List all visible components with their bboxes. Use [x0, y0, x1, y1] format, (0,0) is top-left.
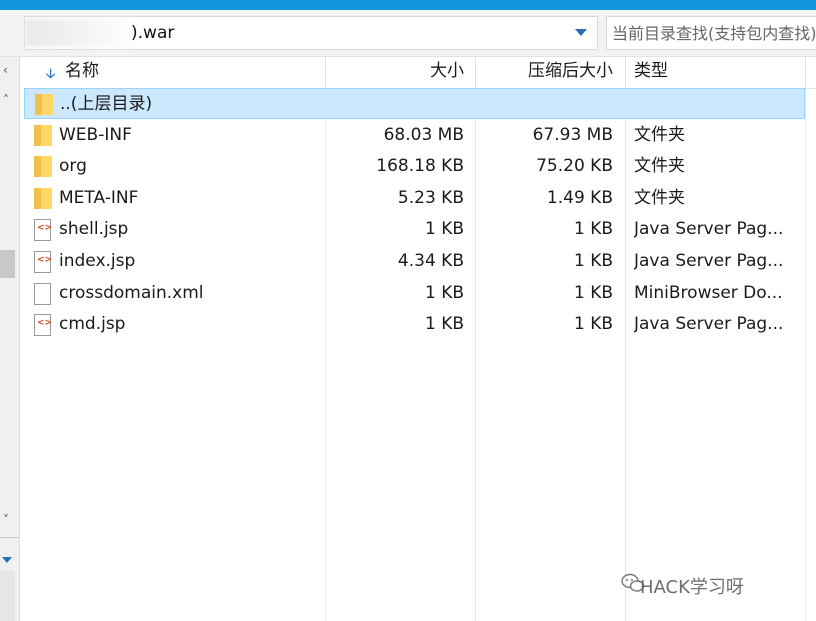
list-item-parent-dir[interactable]: ..(上层目录)	[24, 88, 805, 119]
chevron-down-icon[interactable]: ˅	[3, 513, 9, 527]
column-header: 🡣 名称 大小 压缩后大小 类型	[24, 57, 816, 89]
item-name: crossdomain.xml	[59, 283, 204, 303]
folder-icon	[34, 125, 52, 146]
header-type[interactable]: 类型	[634, 57, 668, 88]
item-compressed-size: 1 KB	[573, 314, 613, 334]
item-name: index.jsp	[59, 251, 136, 271]
item-type: MiniBrowser Do...	[634, 283, 783, 303]
chevron-left-icon[interactable]: ‹	[3, 63, 8, 77]
folder-icon	[34, 156, 52, 177]
search-field[interactable]	[606, 16, 816, 50]
chevron-down-icon[interactable]	[575, 29, 587, 36]
jsp-file-icon: <>	[34, 251, 52, 273]
header-separator[interactable]	[805, 57, 806, 88]
item-size: 68.03 MB	[383, 125, 464, 145]
item-type: 文件夹	[634, 188, 685, 208]
jsp-file-icon: <>	[34, 219, 52, 241]
item-name: shell.jsp	[59, 219, 129, 239]
list-item[interactable]: org 168.18 KB 75.20 KB 文件夹	[24, 151, 805, 182]
scrollbar-thumb[interactable]	[0, 250, 15, 278]
path-field[interactable]: ).war	[24, 16, 598, 50]
item-compressed-size: 67.93 MB	[532, 125, 613, 145]
item-name: ..(上层目录)	[60, 94, 153, 114]
path-text: ).war	[131, 23, 175, 43]
item-compressed-size: 1 KB	[573, 251, 613, 271]
item-size: 1 KB	[424, 219, 464, 239]
item-size: 168.18 KB	[376, 156, 464, 176]
item-name: cmd.jsp	[59, 314, 126, 334]
navigation-pane: ‹ ˄ ˅	[0, 57, 20, 621]
header-separator[interactable]	[325, 57, 326, 88]
watermark-text: HACK学习呀	[640, 577, 744, 598]
item-name: WEB-INF	[59, 125, 132, 145]
folder-icon	[34, 188, 52, 209]
item-type: 文件夹	[634, 125, 685, 145]
item-compressed-size: 1 KB	[573, 219, 613, 239]
item-type: Java Server Pag...	[634, 219, 784, 239]
item-type	[635, 89, 810, 120]
header-separator[interactable]	[475, 57, 476, 88]
list-item[interactable]: <> shell.jsp 1 KB 1 KB Java Server Pag..…	[24, 214, 805, 245]
item-size: 1 KB	[424, 283, 464, 303]
item-type: 文件夹	[634, 156, 685, 176]
folder-icon	[35, 94, 53, 115]
window-top-strip	[0, 0, 816, 10]
header-compressed-size[interactable]: 压缩后大小	[480, 57, 613, 88]
item-size	[331, 89, 465, 120]
item-size: 4.34 KB	[397, 251, 464, 271]
file-list: 🡣 名称 大小 压缩后大小 类型 ..(上层目录) WEB-INF 68.03 …	[24, 57, 816, 621]
item-type: Java Server Pag...	[634, 314, 784, 334]
header-separator[interactable]	[625, 57, 626, 88]
jsp-file-icon: <>	[34, 314, 52, 336]
item-name: org	[59, 156, 87, 176]
redacted-path	[25, 19, 135, 47]
item-size: 5.23 KB	[397, 188, 464, 208]
sort-down-icon: 🡣	[46, 67, 56, 82]
item-compressed-size: 75.20 KB	[536, 156, 613, 176]
item-compressed-size: 1 KB	[573, 283, 613, 303]
header-size[interactable]: 大小	[330, 57, 464, 88]
address-bar: ).war	[0, 10, 816, 57]
item-compressed-size: 1.49 KB	[546, 188, 613, 208]
list-item[interactable]: <> cmd.jsp 1 KB 1 KB Java Server Pag...	[24, 309, 805, 340]
document-icon	[34, 283, 51, 305]
pane-divider	[0, 537, 19, 538]
item-size: 1 KB	[424, 314, 464, 334]
list-item[interactable]: crossdomain.xml 1 KB 1 KB MiniBrowser Do…	[24, 278, 805, 309]
chevron-up-icon[interactable]: ˄	[3, 93, 9, 107]
search-input[interactable]	[607, 17, 816, 49]
list-item[interactable]: META-INF 5.23 KB 1.49 KB 文件夹	[24, 183, 805, 214]
item-compressed-size	[481, 89, 614, 120]
expand-arrow-icon[interactable]	[2, 557, 12, 563]
nav-pane-lower	[0, 571, 15, 621]
item-type: Java Server Pag...	[634, 251, 784, 271]
list-item[interactable]: WEB-INF 68.03 MB 67.93 MB 文件夹	[24, 120, 805, 151]
header-name[interactable]: 名称	[65, 57, 99, 88]
list-item[interactable]: <> index.jsp 4.34 KB 1 KB Java Server Pa…	[24, 246, 805, 277]
item-name: META-INF	[59, 188, 139, 208]
